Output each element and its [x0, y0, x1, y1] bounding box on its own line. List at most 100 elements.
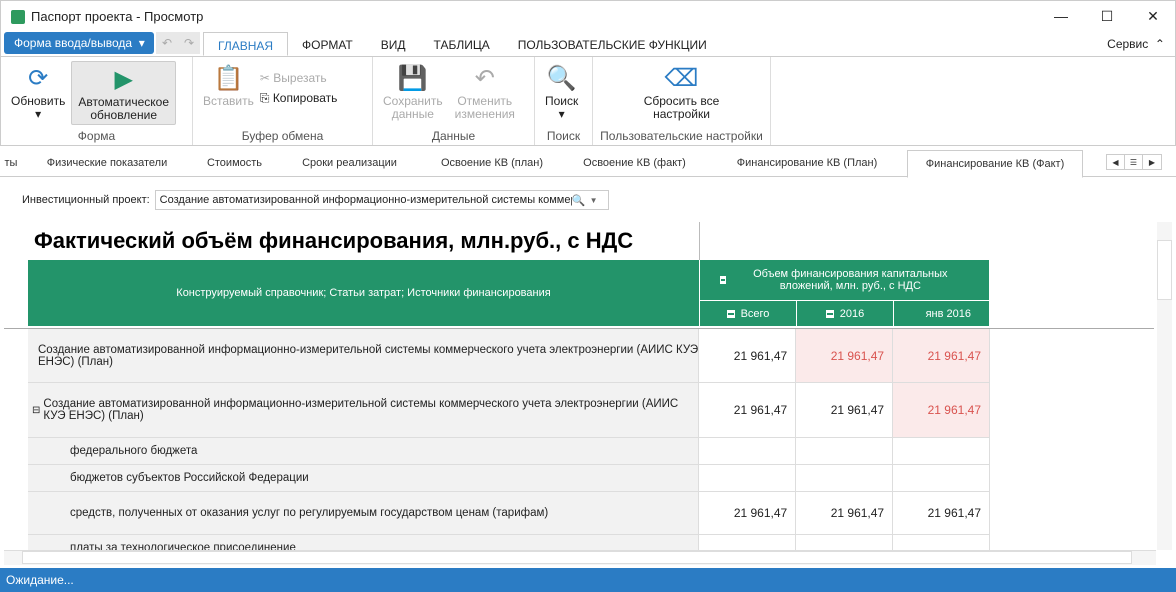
collapse-icon[interactable]	[825, 309, 834, 318]
table-row: платы за технологическое присоединение	[28, 535, 991, 550]
group-form-label: Форма	[77, 129, 116, 143]
paste-icon: 📋	[213, 64, 244, 92]
table-row: Создание автоматизированной информационн…	[28, 329, 990, 383]
service-menu[interactable]: Сервис ⌃	[1107, 37, 1165, 51]
save-icon: 💾	[397, 64, 428, 92]
table-row: ⊟ Создание автоматизированной информацион…	[28, 383, 990, 438]
cell[interactable]: 21 961,47	[699, 383, 797, 437]
row-label: бюджетов субъектов Российской Федерации	[28, 465, 700, 491]
tab-next-icon[interactable]: ▶	[1143, 155, 1161, 169]
collapse-icon[interactable]	[726, 309, 735, 318]
cell[interactable]	[893, 465, 991, 491]
search-icon: 🔍	[546, 64, 577, 92]
report-grid: Фактический объём финансирования, млн.ру…	[4, 222, 1154, 550]
search-icon[interactable]: 🔍	[572, 194, 590, 207]
cell[interactable]: 21 961,47	[796, 492, 894, 534]
tab-view[interactable]: ВИД	[367, 32, 420, 56]
cell[interactable]	[699, 465, 797, 491]
cell[interactable]: 21 961,47	[796, 329, 894, 382]
form-io-button[interactable]: Форма ввода/вывода ▾	[4, 32, 154, 54]
minimize-button[interactable]: —	[1038, 0, 1084, 32]
tab-table[interactable]: ТАБЛИЦА	[420, 32, 504, 56]
cell[interactable]	[699, 535, 797, 550]
copy-label: Копировать	[272, 91, 338, 105]
group-header: Объем финансирования капитальных вложени…	[700, 260, 990, 301]
cell[interactable]	[699, 438, 797, 464]
col-header-2016: 2016	[797, 301, 894, 327]
form-io-label: Форма ввода/вывода	[14, 36, 133, 50]
col-label: Всего	[740, 307, 770, 320]
doc-tab[interactable]: Освоение КВ (план)	[422, 150, 562, 176]
row-label: платы за технологическое присоединение	[28, 535, 700, 550]
cancel-label-2: изменения	[454, 107, 515, 121]
doc-tab-active[interactable]: Финансирование КВ (Факт)	[907, 150, 1083, 178]
copy-button[interactable]: ⎘ Копировать	[260, 91, 338, 106]
doc-tab[interactable]: Финансирование КВ (План)	[707, 150, 907, 176]
auto-label-2: обновление	[90, 108, 157, 122]
doc-tab[interactable]: Физические показатели	[22, 150, 192, 176]
row-label: федерального бюджета	[28, 438, 700, 464]
collapse-row-icon[interactable]: ⊟	[32, 405, 40, 416]
col-header-total: Всего	[700, 301, 797, 327]
row-label: средств, полученных от оказания услуг по…	[28, 492, 700, 534]
close-button[interactable]: ✕	[1130, 0, 1176, 32]
doc-tab[interactable]: ты	[0, 150, 22, 176]
menu-bar: Форма ввода/вывода ▾ ↶ ↷ ГЛАВНАЯ ФОРМАТ В…	[0, 32, 1176, 56]
cell[interactable]: 21 961,47	[699, 329, 797, 382]
tab-prev-icon[interactable]: ◀	[1107, 155, 1125, 169]
group-search-label: Поиск	[546, 129, 581, 143]
maximize-button[interactable]: ☐	[1084, 0, 1130, 32]
row-label: Создание автоматизированной информационн…	[28, 329, 700, 382]
tab-home[interactable]: ГЛАВНАЯ	[203, 32, 289, 56]
project-label: Инвестиционный проект:	[22, 194, 150, 206]
group-clipboard-label: Буфер обмена	[241, 129, 324, 143]
horizontal-scrollbar[interactable]	[4, 550, 1156, 565]
cut-button[interactable]: ✂ Вырезать	[260, 71, 338, 85]
cell[interactable]	[893, 535, 991, 550]
dim-header: Конструируемый справочник; Статьи затрат…	[28, 260, 700, 327]
group-header-label: Объем финансирования капитальных вложени…	[753, 268, 948, 292]
cell[interactable]	[796, 535, 894, 550]
title-bar: Паспорт проекта - Просмотр — ☐ ✕	[0, 0, 1176, 32]
project-value: Создание автоматизированной информационн…	[159, 194, 572, 206]
app-icon	[11, 9, 25, 24]
dim-header-label: Конструируемый справочник; Статьи затрат…	[176, 287, 551, 299]
table-row: средств, полученных от оказания услуг по…	[28, 492, 991, 535]
cell[interactable]: 21 961,47	[699, 492, 797, 534]
cell[interactable]	[893, 438, 991, 464]
revert-icon: ↶	[474, 64, 495, 92]
table-row: федерального бюджета	[28, 438, 991, 465]
group-user-label: Пользовательские настройки	[600, 129, 763, 143]
cell[interactable]	[796, 465, 894, 491]
collapse-icon[interactable]	[720, 276, 726, 284]
doc-tab[interactable]: Освоение КВ (факт)	[562, 150, 707, 176]
doc-tab[interactable]: Сроки реализации	[277, 150, 422, 176]
service-label: Сервис	[1107, 37, 1149, 51]
document-tabs: ты Физические показатели Стоимость Сроки…	[0, 150, 1176, 178]
cell[interactable]	[796, 438, 894, 464]
save-label-2: данные	[391, 107, 434, 121]
chevron-down-icon[interactable]: ▼	[590, 196, 608, 205]
group-data-label: Данные	[431, 129, 476, 143]
tab-format[interactable]: ФОРМАТ	[288, 32, 367, 56]
cut-label: Вырезать	[273, 71, 327, 85]
refresh-icon: ⟳	[28, 64, 49, 92]
doc-tab[interactable]: Стоимость	[192, 150, 277, 176]
redo-icon[interactable]: ↷	[184, 36, 194, 50]
tab-user-functions[interactable]: ПОЛЬЗОВАТЕЛЬСКИЕ ФУНКЦИИ	[504, 32, 721, 56]
project-combo[interactable]: Создание автоматизированной информационн…	[154, 190, 609, 210]
vertical-scrollbar[interactable]	[1157, 222, 1172, 550]
row-label: Создание автоматизированной информационн…	[43, 398, 679, 422]
undo-icon[interactable]: ↶	[162, 36, 172, 50]
col-header-jan2016: янв 2016	[894, 301, 990, 327]
eraser-icon: ⌫	[664, 64, 699, 92]
auto-refresh-button[interactable]: ▶ Автоматическое обновление	[71, 61, 177, 125]
table-row: бюджетов субъектов Российской Федерации	[28, 465, 991, 492]
cell[interactable]: 21 961,47	[893, 492, 991, 534]
cell[interactable]: 21 961,47	[893, 329, 990, 382]
cell[interactable]: 21 961,47	[796, 383, 894, 437]
cell[interactable]: 21 961,47	[893, 383, 990, 437]
tab-list-icon[interactable]: ☰	[1125, 155, 1143, 169]
report-title: Фактический объём финансирования, млн.ру…	[34, 228, 634, 253]
status-bar: Ожидание...	[0, 568, 1176, 592]
